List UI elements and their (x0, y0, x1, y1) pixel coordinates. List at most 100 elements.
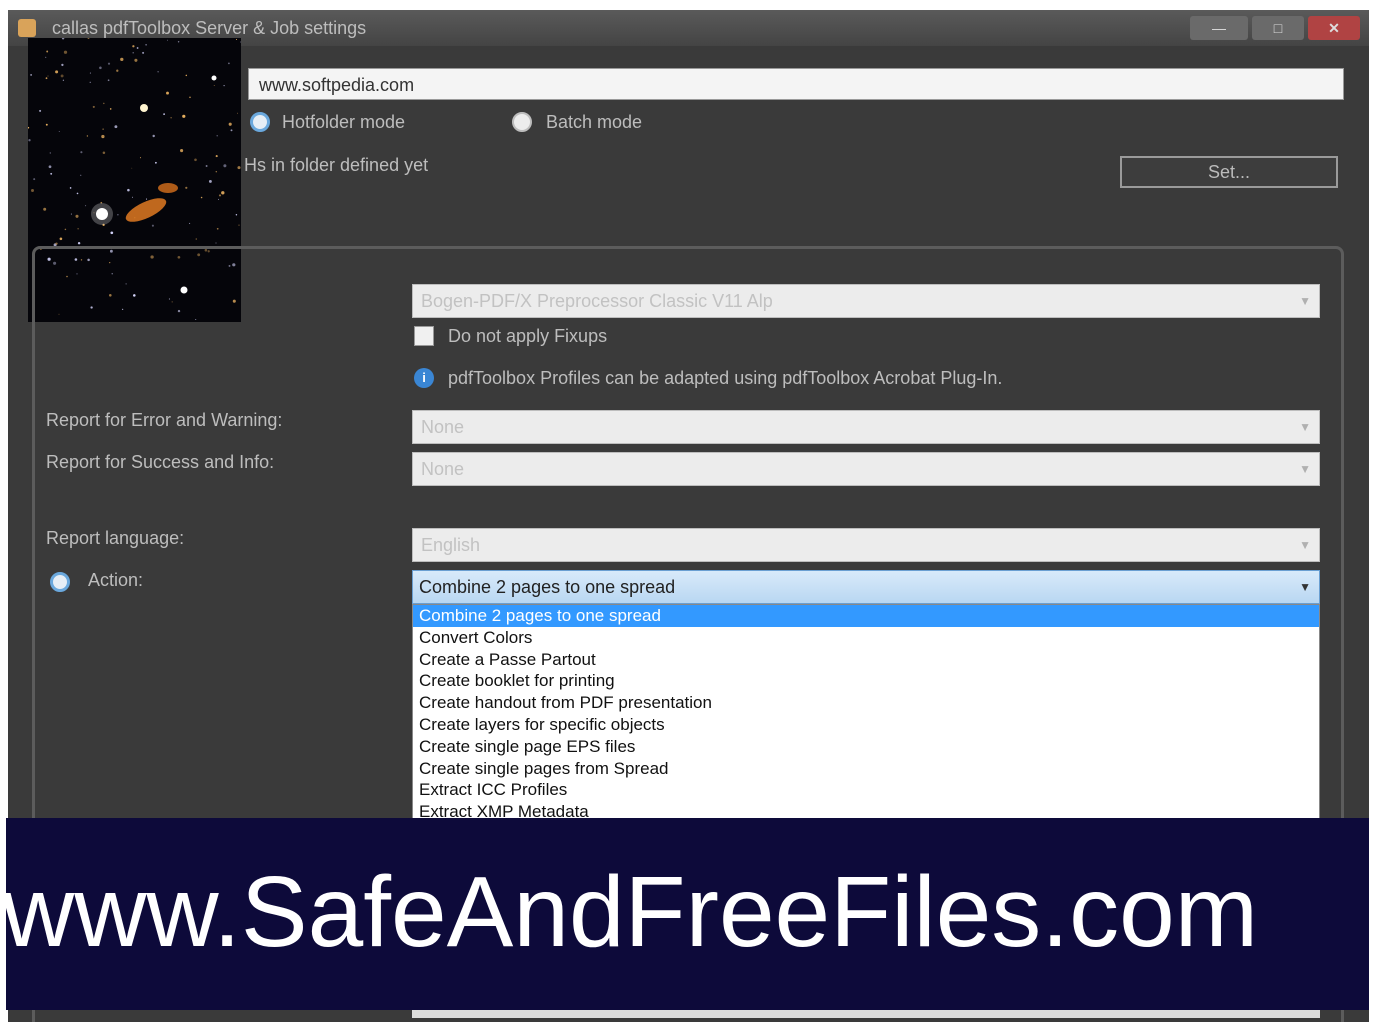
star-dot (151, 224, 154, 227)
star-dot (31, 189, 34, 192)
no-fixups-checkbox[interactable] (414, 326, 434, 346)
star-dot (185, 186, 188, 189)
star-dot (61, 63, 64, 67)
star-dot (48, 165, 52, 169)
error-report-combo[interactable]: None ▼ (412, 410, 1320, 444)
star-dot (185, 74, 188, 77)
minimize-button[interactable]: — (1190, 16, 1248, 40)
star-dot (145, 43, 147, 46)
close-button[interactable]: ✕ (1308, 16, 1360, 40)
star-dot (102, 128, 104, 130)
success-report-value: None (421, 459, 465, 479)
dropdown-item[interactable]: Convert Colors (413, 627, 1319, 649)
star-dot (75, 214, 79, 218)
star-dot (85, 205, 87, 207)
star-dot (223, 164, 227, 168)
watermark-banner: www.SafeAndFreeFiles.com (6, 818, 1369, 1010)
star-dot (200, 196, 203, 199)
star-dot (58, 130, 60, 133)
star-dot (216, 135, 218, 137)
star-dot (107, 79, 110, 82)
star-dot (49, 152, 51, 154)
star-dot (166, 91, 169, 95)
star-dot (107, 62, 111, 65)
star-dot (170, 117, 172, 119)
star-dot (230, 129, 233, 132)
dropdown-item[interactable]: Extract ICC Profiles (413, 779, 1319, 801)
star-dot (228, 62, 230, 65)
report-language-combo[interactable]: English ▼ (412, 528, 1320, 562)
star-dot (136, 47, 139, 49)
star-dot (145, 198, 148, 200)
star-dot (131, 196, 134, 198)
report-language-label: Report language: (46, 528, 185, 548)
star-dot (215, 170, 218, 173)
star-dot (132, 52, 134, 54)
dropdown-item[interactable]: Combine 2 pages to one spread (413, 605, 1319, 627)
star-dot (152, 134, 155, 138)
star-dot (28, 139, 31, 142)
set-button[interactable]: Set... (1120, 156, 1338, 188)
star-dot (99, 66, 102, 70)
star-dot (217, 198, 220, 200)
url-field[interactable]: www.softpedia.com (248, 68, 1344, 100)
app-icon (18, 19, 36, 37)
star-dot (120, 57, 124, 62)
profile-combo[interactable]: Bogen-PDF/X Preprocessor Classic V11 Alp… (412, 284, 1320, 318)
star-dot (182, 114, 186, 118)
dropdown-item[interactable]: Create single pages from Spread (413, 758, 1319, 780)
no-fixups-label: Do not apply Fixups (448, 326, 608, 346)
star-dot (110, 231, 114, 235)
star-dot (50, 172, 53, 175)
star-dot (69, 187, 72, 189)
star-dot (101, 134, 105, 139)
star-dot (155, 161, 157, 164)
star-dot (70, 213, 72, 215)
star-dot (45, 56, 47, 59)
star-dot (103, 102, 105, 105)
folder-status-text: Hs in folder defined yet (244, 155, 429, 175)
star-dot (237, 112, 238, 114)
batch-mode-radio[interactable] (512, 112, 532, 132)
dropdown-item[interactable]: Create a Passe Partout (413, 649, 1319, 671)
dropdown-item[interactable]: Create booklet for printing (413, 670, 1319, 692)
star-dot (163, 113, 165, 115)
actions-combo[interactable]: Combine 2 pages to one spread ▼ (412, 570, 1320, 604)
maximize-button[interactable]: □ (1252, 16, 1304, 40)
star-dot (139, 157, 142, 159)
actions-dropdown-list: Combine 2 pages to one spread Convert Col… (412, 604, 1320, 824)
star-dot (142, 51, 145, 54)
error-report-label: Report for Error and Warning: (46, 410, 283, 430)
star-dot (89, 81, 91, 83)
dropdown-item[interactable]: Create layers for specific objects (413, 714, 1319, 736)
star-dot (235, 38, 238, 41)
profile-info-text: pdfToolbox Profiles can be adapted using… (448, 368, 1003, 388)
success-report-combo[interactable]: None ▼ (412, 452, 1320, 486)
actions-label: Action: (88, 570, 144, 590)
star-dot (63, 50, 68, 54)
actions-radio[interactable] (50, 572, 70, 592)
star-dot (89, 72, 91, 74)
dropdown-item[interactable]: Create single page EPS files (413, 736, 1319, 758)
star-dot (134, 58, 138, 62)
actions-combo-value: Combine 2 pages to one spread (419, 577, 676, 597)
star-dot (238, 224, 240, 226)
star-dot (45, 77, 48, 80)
star-dot (131, 167, 133, 169)
star-dot (43, 207, 47, 211)
star-dot (215, 242, 217, 244)
star-dot (47, 75, 49, 77)
star-dot (208, 179, 212, 183)
star-dot (86, 135, 89, 137)
star-dot (235, 214, 238, 216)
chevron-down-icon: ▼ (1299, 538, 1311, 552)
chevron-down-icon: ▼ (1299, 580, 1311, 594)
hotfolder-mode-radio[interactable] (250, 112, 270, 132)
star-dot (76, 192, 79, 195)
chevron-down-icon: ▼ (1299, 420, 1311, 434)
star-dot (166, 39, 168, 41)
star-dot (205, 165, 208, 167)
star-dot (109, 108, 112, 110)
dropdown-item[interactable]: Create handout from PDF presentation (413, 692, 1319, 714)
star-dot (194, 158, 197, 162)
